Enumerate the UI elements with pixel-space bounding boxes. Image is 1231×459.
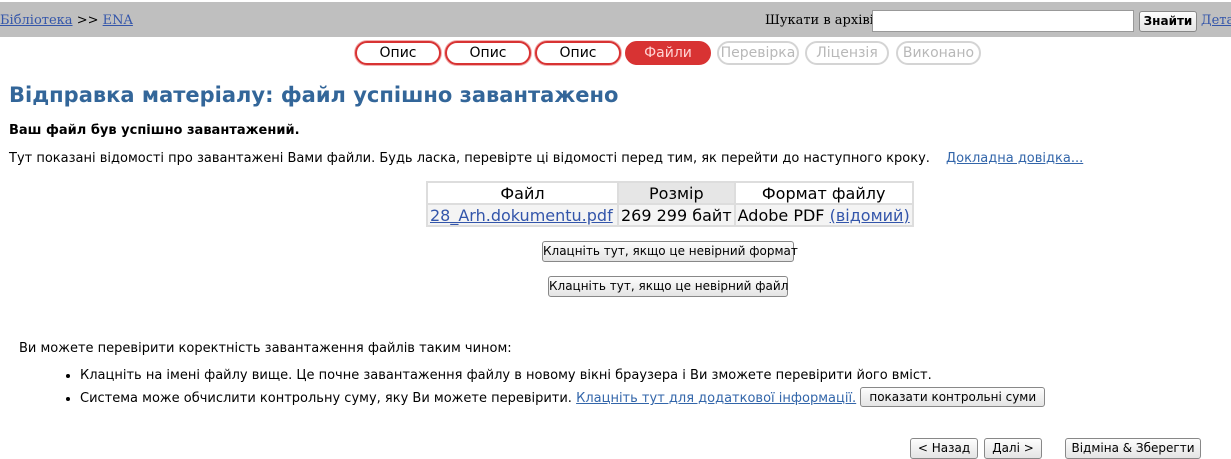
- verify-item-checksum: Система може обчислити контрольну суму, …: [80, 391, 572, 406]
- files-table: Файл Розмір Формат файлу 28_Arh.dokument…: [426, 181, 914, 227]
- table-row: 28_Arh.dokumentu.pdf 269 299 байт Adobe …: [426, 203, 914, 227]
- file-format-cell: Adobe PDF (відомий): [733, 203, 914, 227]
- back-button[interactable]: < Назад: [910, 438, 978, 459]
- breadcrumb-separator: >>: [76, 13, 99, 28]
- list-item: Клацніть на імені файлу вище. Це почне з…: [80, 368, 1045, 383]
- top-bar: Бібліотека >> ENA Шукати в архіві Знайти…: [0, 0, 1231, 37]
- verify-item-click-file: Клацніть на імені файлу вище. Це почне з…: [80, 368, 932, 383]
- step-license: Ліцензія: [805, 41, 889, 65]
- page-title: Відправка матеріалу: файл успішно завант…: [9, 83, 619, 107]
- wrong-format-button[interactable]: Клацніть тут, якщо це невірний формат: [542, 241, 798, 262]
- help-link[interactable]: Докладна довідка...: [946, 151, 1083, 166]
- search-label: Шукати в архіві: [765, 13, 874, 28]
- step-describe-1[interactable]: Опис: [355, 41, 441, 65]
- breadcrumb-library-link[interactable]: Бібліотека: [0, 13, 73, 28]
- search-button[interactable]: Знайти: [1139, 11, 1197, 32]
- step-describe-3[interactable]: Опис: [535, 41, 621, 65]
- advanced-search-link[interactable]: Детал: [1201, 13, 1231, 28]
- upload-info-text: Тут показані відомості про завантажені В…: [9, 151, 930, 166]
- verify-intro-text: Ви можете перевірити коректність заванта…: [19, 341, 512, 356]
- step-complete: Виконано: [896, 41, 981, 65]
- wrong-file-button[interactable]: Клацніть тут, якщо це невірний файл: [548, 276, 788, 297]
- file-name-cell: 28_Arh.dokumentu.pdf: [426, 203, 619, 227]
- column-header-file: Файл: [426, 181, 619, 205]
- table-header-row: Файл Розмір Формат файлу: [426, 181, 914, 205]
- step-files: Файли: [625, 41, 711, 65]
- breadcrumb-collection-link[interactable]: ENA: [103, 13, 133, 28]
- search-input[interactable]: [872, 10, 1134, 32]
- column-header-format: Формат файлу: [733, 181, 914, 205]
- cancel-save-button[interactable]: Відміна & Зберегти: [1065, 438, 1201, 459]
- format-status-link[interactable]: (відомий): [830, 206, 910, 225]
- file-name-link[interactable]: 28_Arh.dokumentu.pdf: [430, 206, 613, 225]
- list-item: Система може обчислити контрольну суму, …: [80, 387, 1046, 408]
- verify-list: Клацніть на імені файлу вище. Це почне з…: [62, 368, 1046, 413]
- upload-success-message: Ваш файл був успішно завантажений.: [9, 123, 300, 138]
- step-verify: Перевірка: [717, 41, 799, 65]
- column-header-size: Розмір: [617, 181, 736, 205]
- step-describe-2[interactable]: Опис: [445, 41, 531, 65]
- show-checksums-button[interactable]: показати контрольні суми: [860, 387, 1046, 407]
- file-size-cell: 269 299 байт: [617, 203, 736, 227]
- next-button[interactable]: Далі >: [984, 438, 1042, 459]
- breadcrumb: Бібліотека >> ENA: [0, 13, 133, 28]
- file-format-name: Adobe PDF: [737, 205, 825, 225]
- checksum-info-link[interactable]: Клацніть тут для додаткової інформації.: [576, 391, 856, 406]
